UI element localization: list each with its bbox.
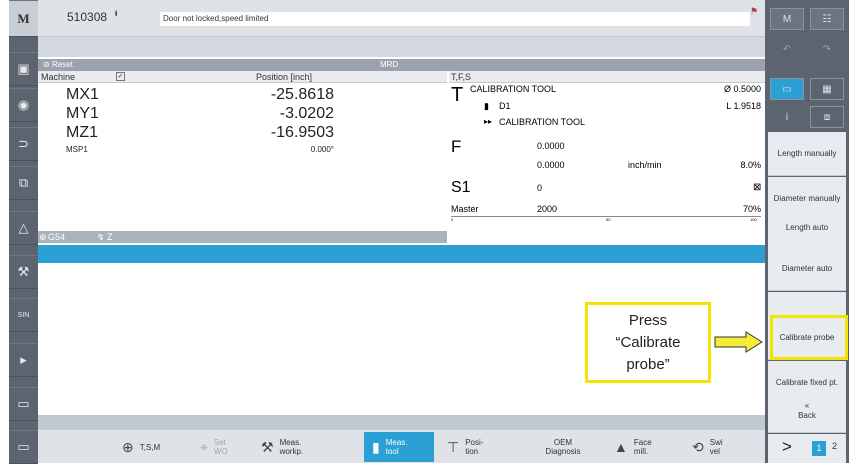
page-1-button[interactable]: 1	[812, 441, 826, 456]
vertical-softkeys: M ☷ ↶ ↷ ▭ ▦ i ⧈ Length manually Diameter…	[765, 0, 849, 463]
meas-workp-softkey[interactable]: ⚒ Meas. workp.	[261, 432, 306, 462]
length-manually-softkey[interactable]: Length manually	[768, 132, 846, 176]
calibrate-probe-highlight	[770, 315, 848, 360]
callout-arrow-icon	[714, 331, 763, 353]
f-label: F	[451, 137, 462, 156]
keyboard-icon[interactable]: ▭	[9, 430, 38, 464]
pager: > 1 2	[768, 434, 846, 463]
window-icon[interactable]: ▭	[770, 78, 804, 100]
hmi-screen: M ▣ ◉ ⊃ ⧉ △ ⚒ SIN ▸ ▭ ▭ 510308 ᵻ Door no…	[0, 0, 849, 464]
program-manager-icon[interactable]: ⊃	[9, 127, 38, 161]
scale-mid: 50	[606, 217, 611, 222]
panel-icon[interactable]: ▭	[9, 387, 38, 421]
master-speed: 2000	[537, 204, 558, 214]
alarm-line: Door not locked,speed limited	[160, 12, 750, 26]
tool-name: CALIBRATION TOOL	[470, 84, 557, 94]
tsm-softkey[interactable]: ⊕ T,S,M	[122, 432, 160, 462]
feed-override: 8.0%	[740, 160, 761, 170]
axis-value: -16.9503	[270, 124, 334, 141]
left-toolbar: M ▣ ◉ ⊃ ⧉ △ ⚒ SIN ▸ ▭ ▭	[9, 0, 38, 464]
next-tool-icon: ▸▸	[484, 117, 493, 126]
dialog-line	[38, 415, 765, 430]
swivel-icon: ⟲	[692, 438, 704, 455]
cursor-icon: ᵻ	[115, 8, 118, 19]
d-number: D1	[499, 101, 511, 111]
spindle-value: 0	[537, 183, 543, 193]
axis-name: MSP1	[66, 145, 88, 154]
spindle-stop-icon: ⊠	[753, 182, 762, 193]
set-wo-softkey[interactable]: ⌖ Set WO	[200, 432, 230, 462]
position-softkey[interactable]: ⊤ Posi- tion	[447, 432, 485, 462]
position-icon: ⊤	[447, 438, 460, 455]
tool-meas-icon: ▮	[372, 438, 380, 455]
program-icon[interactable]: ▣	[9, 52, 38, 86]
machine-key-icon[interactable]: M	[770, 8, 804, 30]
length-auto-softkey[interactable]: Length auto	[768, 206, 846, 250]
tool-diameter: Ø 0.5000	[723, 84, 761, 94]
face-mill-icon: ▲	[614, 438, 628, 455]
spindle-override: 70%	[742, 204, 761, 214]
redo-icon[interactable]: ↷	[810, 38, 844, 60]
wrench-icon[interactable]: ⚒	[9, 255, 38, 289]
next-tool: CALIBRATION TOOL	[499, 117, 586, 127]
meas-tool-softkey[interactable]: ▮ Meas. tool	[364, 432, 434, 462]
feed-unit: inch/min	[628, 160, 662, 170]
spindle-label: S1	[451, 179, 471, 196]
mode-label: MRD	[380, 60, 399, 69]
status-header: 510308 ᵻ Door not locked,speed limited ⚑	[38, 0, 765, 37]
tool-length: L 1.9518	[726, 101, 761, 111]
page-2-button[interactable]: 2	[832, 441, 837, 451]
instruction-callout: Press “Calibrate probe”	[585, 302, 711, 383]
next-page-button[interactable]: >	[782, 437, 792, 457]
tsm-icon: ⊕	[122, 438, 134, 455]
channel-status-strip	[38, 37, 765, 57]
diameter-auto-softkey[interactable]: Diameter auto	[768, 247, 846, 291]
horizontal-softkeys: ⊕ T,S,M ⌖ Set WO ⚒ Meas. workp. ▮ Meas. tool…	[38, 430, 765, 463]
alarm-flag-icon: ⚑	[750, 6, 759, 16]
expand-arrow-icon[interactable]: ▸	[9, 343, 38, 377]
axis-value: -25.8618	[270, 86, 334, 103]
axis-name: MZ1	[66, 124, 98, 141]
main-area: 510308 ᵻ Door not locked,speed limited ⚑…	[38, 0, 765, 463]
set-wo-icon: ⌖	[200, 438, 208, 455]
face-mill-softkey[interactable]: ▲ Face mill.	[614, 432, 656, 462]
info-icon[interactable]: i	[770, 106, 804, 128]
wcs-icon: ⊕	[39, 232, 47, 242]
machine-area-icon[interactable]: M	[9, 0, 38, 37]
oem-diagnosis-softkey[interactable]: OEM Diagnosis	[543, 432, 583, 462]
reset-status: ⊘ Reset	[43, 60, 73, 69]
feed-value: 0.0000	[537, 141, 565, 151]
mode-bar: ⊘ Reset MRD	[38, 59, 765, 71]
setup-icon[interactable]: △	[9, 211, 38, 245]
axis-name: MX1	[66, 86, 99, 103]
menu-key-icon[interactable]: ☷	[810, 8, 844, 30]
scale-min: 0	[451, 217, 454, 222]
undo-icon[interactable]: ↶	[770, 38, 804, 60]
axis-tool-icon: ↯	[97, 232, 105, 242]
axis-name: MY1	[66, 105, 99, 122]
feed-actual: 0.0000	[537, 160, 565, 170]
workpiece-icon: ⚒	[261, 438, 274, 455]
back-softkey[interactable]: « Back	[768, 389, 846, 433]
master-label: Master	[451, 204, 479, 214]
screenshot-icon[interactable]: ⧈	[810, 106, 844, 128]
wcs-bar: ⊕ G54 ↯ Z	[38, 231, 447, 243]
program-name: 510308	[67, 10, 108, 24]
scale-max: 100	[750, 217, 757, 222]
axis-value: -3.0202	[279, 105, 334, 122]
sinumerik-icon[interactable]: SIN	[9, 298, 38, 332]
swivel-softkey[interactable]: ⟲ Swi vel	[692, 432, 728, 462]
axis-value: 0.000°	[310, 145, 334, 154]
t-label: T	[451, 84, 464, 106]
back-chevron-icon: «	[804, 400, 810, 410]
tool-edge-icon: ▮	[484, 101, 489, 111]
calculator-icon[interactable]: ▦	[810, 78, 844, 100]
position-header: Machine ✓ Position [inch]	[38, 71, 447, 83]
tfs-header: T,F,S	[449, 71, 765, 83]
machine-checkbox[interactable]: ✓	[116, 72, 125, 81]
tool-icon[interactable]: ◉	[9, 88, 38, 122]
diagnostics-icon[interactable]: ⧉	[9, 166, 38, 200]
program-line-bar	[38, 245, 765, 263]
